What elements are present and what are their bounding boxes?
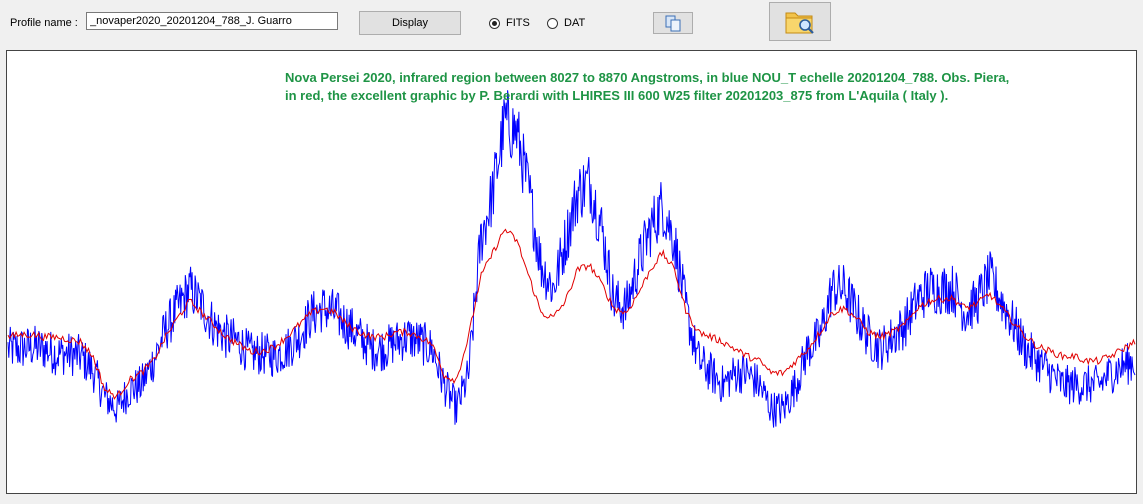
plot-caption: Nova Persei 2020, infrared region betwee…: [285, 69, 1125, 105]
profile-name-label: Profile name :: [10, 17, 78, 29]
spectrum-chart: [7, 90, 1136, 428]
radio-dat[interactable]: DAT: [547, 16, 585, 30]
folder-search-icon: [785, 12, 814, 34]
open-file-button[interactable]: [769, 2, 831, 41]
spectrum-plot: Nova Persei 2020, infrared region betwee…: [6, 50, 1137, 494]
radio-fits-label: FITS: [506, 17, 530, 29]
red-spectrum-line: [7, 228, 1136, 400]
blue-spectrum-line: [7, 90, 1136, 428]
copy-button[interactable]: [653, 12, 693, 34]
copy-icon: [665, 15, 681, 32]
toolbar: Profile name : Display FITS DAT: [0, 0, 1143, 48]
display-button[interactable]: Display: [359, 11, 461, 35]
radio-fits[interactable]: FITS: [489, 16, 530, 30]
caption-line-2: in red, the excellent graphic by P. Bera…: [285, 88, 949, 103]
radio-dat-dot[interactable]: [547, 17, 558, 29]
radio-fits-dot[interactable]: [489, 17, 500, 29]
caption-line-1: Nova Persei 2020, infrared region betwee…: [285, 70, 1010, 85]
radio-dat-label: DAT: [564, 17, 586, 29]
profile-name-input[interactable]: [86, 12, 338, 30]
